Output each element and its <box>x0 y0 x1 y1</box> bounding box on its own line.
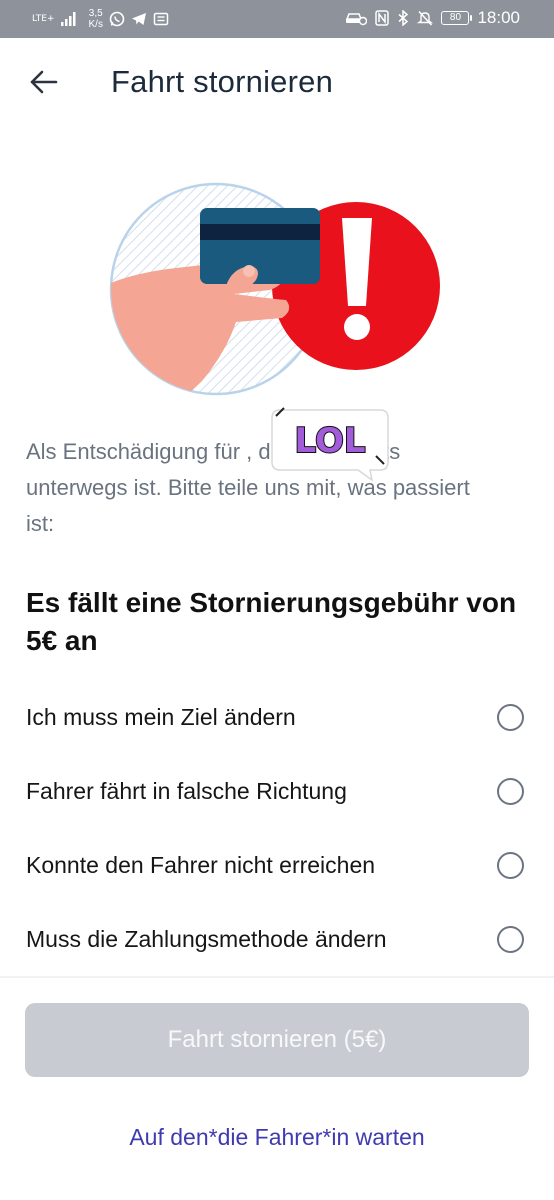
reason-option[interactable]: Fahrer fährt in falsche Richtung <box>0 762 554 822</box>
back-arrow-icon[interactable] <box>28 66 60 98</box>
reason-option[interactable]: Muss die Zahlungsmethode ändern <box>0 910 554 970</box>
sticker-text: LOL <box>294 421 365 461</box>
fee-heading: Es fällt eine Stornierungsgebühr von 5€ … <box>26 587 517 656</box>
network-speed: 3,5 K/s <box>89 8 103 30</box>
reason-label: Ich muss mein Ziel ändern <box>26 704 296 730</box>
bluetooth-icon <box>398 10 409 26</box>
lol-sticker: LOL <box>271 407 389 482</box>
cancel-ride-button[interactable]: Fahrt stornieren (5€) <box>25 1003 529 1077</box>
reason-label: Muss die Zahlungsmethode ändern <box>26 926 387 952</box>
radio-button[interactable] <box>497 778 524 805</box>
card-warning-illustration <box>109 182 440 396</box>
speed-unit: K/s <box>88 19 103 30</box>
speed-value: 3,5 <box>88 8 103 19</box>
nfc-icon <box>375 10 390 26</box>
battery-level: 80 <box>449 12 462 23</box>
radio-button[interactable] <box>497 852 524 879</box>
battery-icon: 80 <box>441 11 473 25</box>
reason-option[interactable]: Ich muss mein Ziel ändern <box>0 688 554 748</box>
reason-label: Konnte den Fahrer nicht erreichen <box>26 852 376 878</box>
exclamation-mark <box>342 218 372 340</box>
status-right: 80 18:00 <box>345 8 520 28</box>
status-left: LTE+ 3,5 K/s <box>32 8 169 30</box>
radio-button[interactable] <box>497 704 524 731</box>
page-title: Fahrt stornieren <box>111 64 334 99</box>
whatsapp-icon <box>109 11 125 27</box>
mute-icon <box>417 10 434 26</box>
description-text: Als Entschädigung für , der*die bereits … <box>26 439 470 536</box>
message-icon <box>153 12 169 26</box>
wait-for-driver-link[interactable]: Auf den*die Fahrer*in warten <box>0 1124 554 1151</box>
divider <box>0 976 554 978</box>
clock: 18:00 <box>477 8 520 27</box>
reason-option[interactable]: Konnte den Fahrer nicht erreichen <box>0 836 554 896</box>
network-type: LTE+ <box>32 13 55 24</box>
signal-icon <box>60 12 75 26</box>
radio-button[interactable] <box>497 926 524 953</box>
car-icon <box>346 13 368 26</box>
status-bar: LTE+ 3,5 K/s 80 18:00 <box>0 0 554 38</box>
credit-card <box>200 208 320 284</box>
telegram-icon <box>131 13 146 25</box>
card-stripe <box>200 224 320 240</box>
reason-label: Fahrer fährt in falsche Richtung <box>26 778 347 804</box>
